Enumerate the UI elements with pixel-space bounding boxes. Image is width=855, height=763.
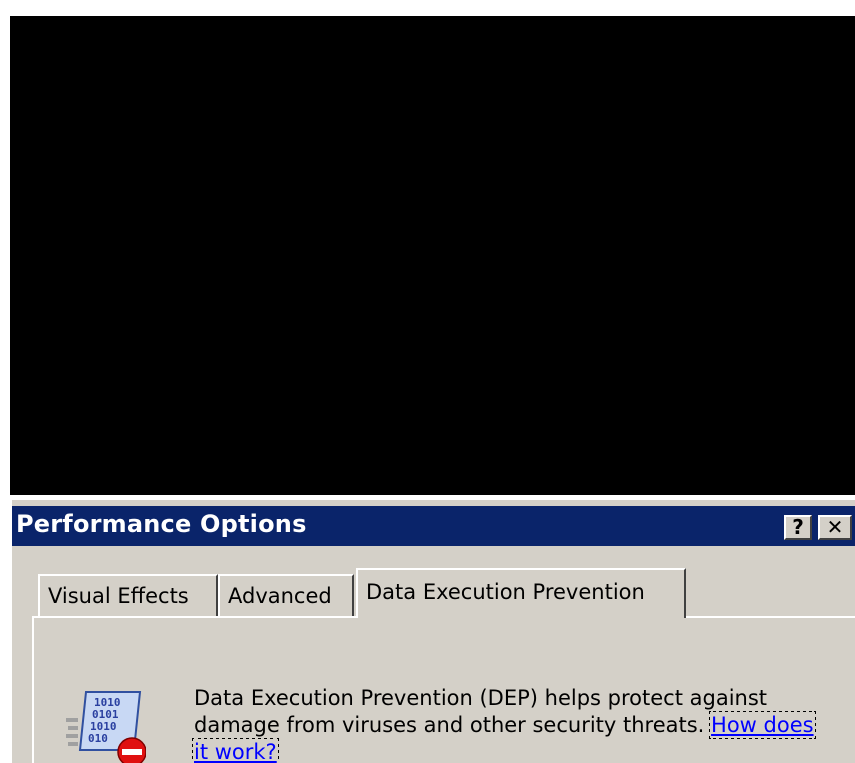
- close-button[interactable]: ✕: [818, 515, 852, 540]
- window-title: Performance Options: [16, 510, 307, 538]
- title-bar[interactable]: Performance Options ? ✕: [12, 506, 855, 546]
- svg-text:010: 010: [88, 732, 108, 745]
- tab-advanced[interactable]: Advanced: [218, 574, 354, 616]
- dep-description-text: Data Execution Prevention (DEP) helps pr…: [194, 686, 768, 737]
- dep-description: Data Execution Prevention (DEP) helps pr…: [192, 685, 816, 763]
- tab-data-execution-prevention[interactable]: Data Execution Prevention: [356, 568, 686, 618]
- binary-document-stop-icon: 1010 0101 1010 010: [64, 688, 147, 763]
- performance-options-dialog: Performance Options ? ✕ Visual Effects A…: [10, 498, 855, 763]
- help-button[interactable]: ?: [784, 515, 812, 540]
- blank-screen-area: [10, 16, 855, 495]
- tab-visual-effects[interactable]: Visual Effects: [38, 574, 218, 616]
